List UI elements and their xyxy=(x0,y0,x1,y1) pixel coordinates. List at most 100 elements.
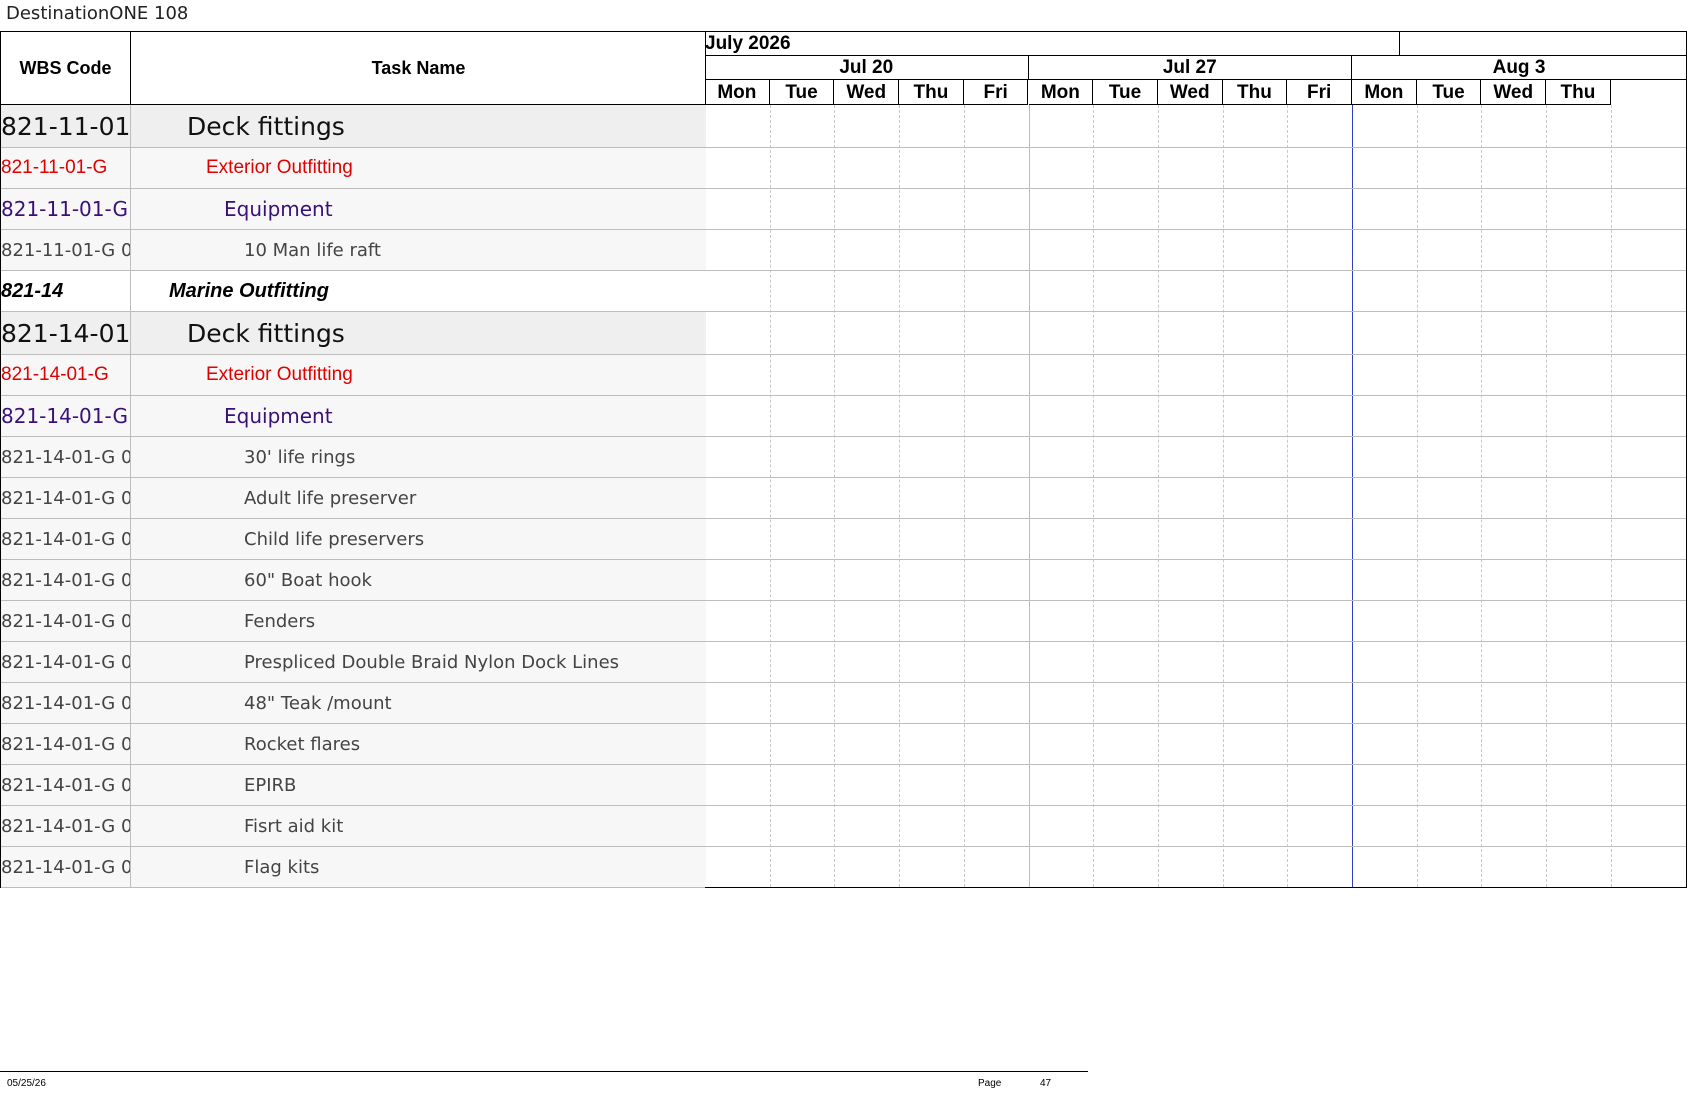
task-name-cell: Equipment xyxy=(131,396,706,436)
task-name-cell: 30' life rings xyxy=(131,437,706,477)
task-row[interactable]: 821-14-01-G 01 Rocket flares xyxy=(1,724,706,765)
task-row[interactable]: 821-11-01-G Exterior Outfitting xyxy=(1,148,706,189)
day-header: Thu xyxy=(1546,80,1611,105)
task-name-text: 10 Man life raft xyxy=(244,239,381,261)
day-header: Thu xyxy=(1222,80,1288,105)
wbs-code-cell: 821-14-01-G 01 xyxy=(1,396,131,436)
task-row[interactable]: 821-14-01-G 01 Equipment xyxy=(1,396,706,437)
footer-date: 05/25/26 xyxy=(7,1078,46,1089)
task-name-text: EPIRB xyxy=(244,774,297,796)
task-name-text: Deck fittings xyxy=(187,318,345,348)
task-row[interactable]: 821-11-01-G 01 Equipment xyxy=(1,189,706,230)
day-header: Mon xyxy=(705,80,770,105)
task-row[interactable]: 821-14-01-G 01 Flag kits xyxy=(1,847,706,888)
task-table: WBS Code Task Name 821-11-01 Deck fitting… xyxy=(0,31,706,888)
task-name-text: Exterior Outfitting xyxy=(206,364,353,385)
task-name-text: Adult life preserver xyxy=(244,487,417,509)
day-header: Tue xyxy=(769,80,835,105)
row-gridline xyxy=(705,846,1686,847)
day-gridline xyxy=(1028,105,1030,887)
day-header: Thu xyxy=(899,80,964,105)
task-name-text: Child life preservers xyxy=(244,528,425,550)
row-gridline xyxy=(705,600,1686,601)
wbs-code-cell: 821-14-01-G 01 xyxy=(1,683,131,723)
task-row[interactable]: 821-14-01-G 01 48" Teak /mount xyxy=(1,683,706,724)
row-gridline xyxy=(705,518,1686,519)
task-row[interactable]: 821-14-01-G 01 Prespliced Double Braid Ny… xyxy=(1,642,706,683)
row-gridline xyxy=(705,723,1686,724)
task-name-text: 48" Teak /mount xyxy=(244,692,392,714)
task-name-cell: Deck fittings xyxy=(131,312,706,354)
week-boundary-marker xyxy=(1352,105,1353,887)
task-row[interactable]: 821-14-01-G 01 Fenders xyxy=(1,601,706,642)
wbs-code-cell: 821-14-01-G xyxy=(1,355,131,395)
task-row[interactable]: 821-11-01-G 01 10 Man life raft xyxy=(1,230,706,271)
row-gridline xyxy=(705,354,1686,355)
wbs-code-cell: 821-14-01-G 01 xyxy=(1,560,131,600)
wbs-code-header[interactable]: WBS Code xyxy=(1,32,131,105)
task-name-cell: Prespliced Double Braid Nylon Dock Lines xyxy=(131,642,706,682)
task-row[interactable]: 821-14-01-G 01 30' life rings xyxy=(1,437,706,478)
wbs-code-cell: 821-14-01-G 01 xyxy=(1,642,131,682)
week-header: Jul 27 xyxy=(1028,56,1352,80)
day-gridline xyxy=(1481,105,1483,887)
task-row[interactable]: 821-14-01 Deck fittings xyxy=(1,312,706,355)
wbs-code-cell: 821-11-01-G 01 xyxy=(1,230,131,270)
task-name-text: 60" Boat hook xyxy=(244,569,372,591)
task-name-cell: 48" Teak /mount xyxy=(131,683,706,723)
wbs-code-cell: 821-14-01 xyxy=(1,312,131,354)
month-header: July 2026 xyxy=(705,32,1400,56)
row-gridline xyxy=(705,188,1686,189)
day-gridline xyxy=(1093,105,1095,887)
day-header: Tue xyxy=(1416,80,1482,105)
wbs-code-cell: 821-14-01-G 01 xyxy=(1,437,131,477)
task-row[interactable]: 821-14-01-G 01 Child life preservers xyxy=(1,519,706,560)
task-name-text: Deck fittings xyxy=(187,111,345,141)
day-gridline xyxy=(1416,105,1418,887)
task-row[interactable]: 821-14-01-G 01 60" Boat hook xyxy=(1,560,706,601)
footer-divider xyxy=(0,1071,1088,1072)
task-name-text: Rocket flares xyxy=(244,733,361,755)
row-gridline xyxy=(705,229,1686,230)
task-name-cell: EPIRB xyxy=(131,765,706,805)
task-name-cell: Adult life preserver xyxy=(131,478,706,518)
task-name-text: Fisrt aid kit xyxy=(244,815,344,837)
task-name-cell: Fenders xyxy=(131,601,706,641)
task-name-cell: Child life preservers xyxy=(131,519,706,559)
row-gridline xyxy=(705,559,1686,560)
task-name-cell: Equipment xyxy=(131,189,706,229)
task-name-text: Flag kits xyxy=(244,856,320,878)
row-gridline xyxy=(705,641,1686,642)
task-name-cell: Marine Outfitting xyxy=(131,271,706,311)
task-row[interactable]: 821-14-01-G 01 Adult life preserver xyxy=(1,478,706,519)
day-gridline xyxy=(1287,105,1289,887)
day-header: Wed xyxy=(1157,80,1223,105)
row-gridline xyxy=(705,477,1686,478)
row-gridline xyxy=(705,395,1686,396)
gantt-timeline: July 2026 Jul 20 Jul 27 Aug 3 Mon Tue Wed Thu F… xyxy=(705,31,1687,888)
task-row[interactable]: 821-14-01-G 01 Fisrt aid kit xyxy=(1,806,706,847)
day-gridline xyxy=(899,105,901,887)
task-name-header[interactable]: Task Name xyxy=(131,32,706,105)
month-header-next xyxy=(1400,32,1686,56)
wbs-code-cell: 821-14-01-G 01 xyxy=(1,765,131,805)
task-name-text: Prespliced Double Braid Nylon Dock Lines xyxy=(244,651,620,673)
wbs-code-cell: 821-11-01 xyxy=(1,105,131,147)
wbs-code-cell: 821-14 xyxy=(1,271,131,311)
day-header: Wed xyxy=(1481,80,1547,105)
day-gridline xyxy=(1610,105,1612,887)
task-row[interactable]: 821-14-01-G Exterior Outfitting xyxy=(1,355,706,396)
week-header: Aug 3 xyxy=(1352,56,1686,80)
row-gridline xyxy=(705,805,1686,806)
row-gridline xyxy=(705,147,1686,148)
task-row[interactable]: 821-11-01 Deck fittings xyxy=(1,105,706,148)
task-name-text: Equipment xyxy=(224,404,333,428)
wbs-code-cell: 821-14-01-G 01 xyxy=(1,478,131,518)
task-row[interactable]: 821-14-01-G 01 EPIRB xyxy=(1,765,706,806)
day-header: Mon xyxy=(1028,80,1094,105)
task-row[interactable]: 821-14 Marine Outfitting xyxy=(1,271,706,312)
task-name-cell: Exterior Outfitting xyxy=(131,355,706,395)
task-name-cell: Fisrt aid kit xyxy=(131,806,706,846)
task-name-text: Exterior Outfitting xyxy=(206,157,353,178)
wbs-code-cell: 821-14-01-G 01 xyxy=(1,519,131,559)
